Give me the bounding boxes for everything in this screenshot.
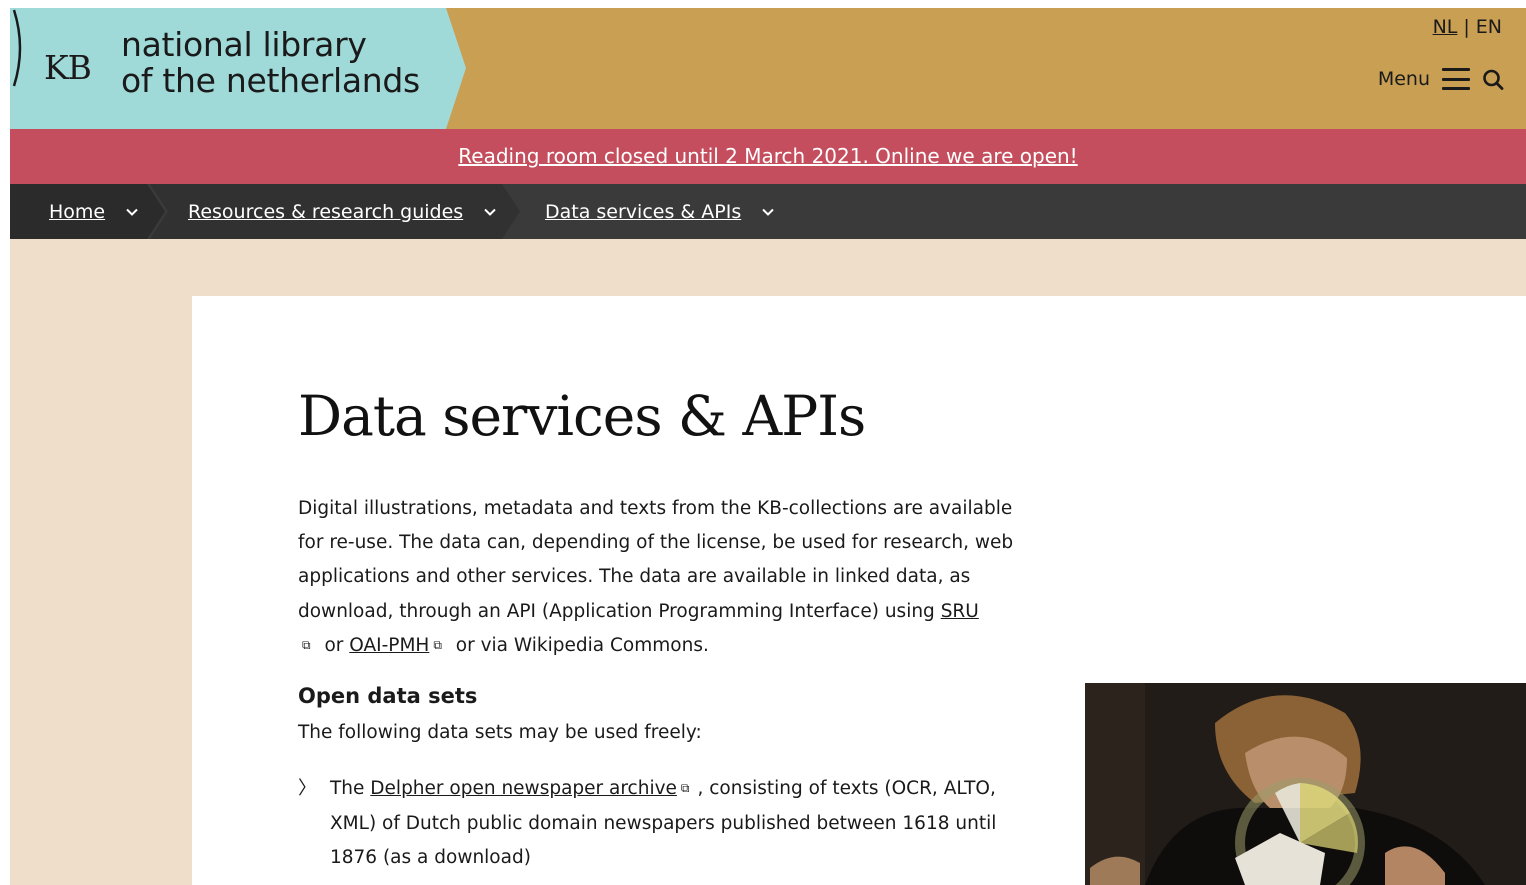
- list-item: 〉 The Delpher open newspaper archive ⧉, co…: [298, 772, 1038, 875]
- section-heading: Open data sets: [298, 684, 478, 708]
- lang-en-current[interactable]: EN: [1476, 16, 1502, 38]
- logo-kb-mark: KB: [44, 48, 92, 87]
- external-link-icon: ⧉: [433, 637, 442, 652]
- chevron-down-icon[interactable]: [761, 205, 775, 219]
- external-link-icon: ⧉: [302, 637, 311, 652]
- delpher-link[interactable]: Delpher open newspaper archive: [370, 778, 677, 799]
- menu-toggle[interactable]: Menu: [1378, 68, 1504, 90]
- site-header: KB national library of the netherlands N…: [10, 8, 1526, 129]
- logo-line-2: of the netherlands: [121, 61, 420, 100]
- intro-paragraph: Digital illustrations, metadata and text…: [298, 492, 1038, 664]
- lang-separator: |: [1463, 16, 1470, 38]
- photo-image: [1085, 683, 1526, 885]
- external-link-icon: ⧉: [680, 781, 690, 795]
- intro-or-text: or: [318, 634, 350, 656]
- intro-text-1: Digital illustrations, metadata and text…: [298, 498, 1014, 622]
- notice-banner: Reading room closed until 2 March 2021. …: [10, 129, 1526, 184]
- data-sets-list: 〉 The Delpher open newspaper archive ⧉, co…: [298, 772, 1038, 875]
- sru-link[interactable]: SRU: [941, 601, 979, 622]
- page-title: Data services & APIs: [298, 384, 866, 448]
- breadcrumb: Home Resources & research guides Data se…: [10, 184, 1526, 239]
- breadcrumb-item-resources: Resources & research guides: [188, 184, 497, 239]
- notice-banner-link[interactable]: Reading room closed until 2 March 2021. …: [458, 129, 1077, 184]
- site-logo[interactable]: KB national library of the netherlands: [10, 8, 470, 129]
- page: KB national library of the netherlands N…: [10, 8, 1526, 885]
- language-switcher: NL | EN: [1433, 16, 1502, 38]
- intro-text-2: or via Wikipedia Commons.: [449, 634, 709, 656]
- logo-wordmark: national library of the netherlands: [121, 27, 420, 99]
- hamburger-icon: [1442, 68, 1470, 90]
- list-item-prefix: The: [330, 778, 371, 799]
- breadcrumb-data-services-link[interactable]: Data services & APIs: [545, 201, 741, 223]
- breadcrumb-item-home: Home: [49, 184, 139, 239]
- logo-bracket-icon: [12, 9, 22, 87]
- content-card: Data services & APIs Digital illustratio…: [192, 296, 1526, 885]
- oai-pmh-link[interactable]: OAI-PMH: [349, 635, 429, 656]
- search-icon[interactable]: [1482, 68, 1504, 90]
- breadcrumb-item-data-services: Data services & APIs: [545, 184, 775, 239]
- chevron-down-icon[interactable]: [125, 205, 139, 219]
- section-lead: The following data sets may be used free…: [298, 722, 702, 743]
- menu-label: Menu: [1377, 68, 1430, 90]
- illustration-photo: [1085, 683, 1526, 885]
- breadcrumb-home-link[interactable]: Home: [49, 201, 105, 223]
- list-bullet: 〉: [298, 778, 317, 799]
- lang-nl-link[interactable]: NL: [1433, 16, 1458, 38]
- logo-line-1: national library: [121, 25, 367, 64]
- chevron-down-icon[interactable]: [483, 205, 497, 219]
- breadcrumb-resources-link[interactable]: Resources & research guides: [188, 201, 463, 223]
